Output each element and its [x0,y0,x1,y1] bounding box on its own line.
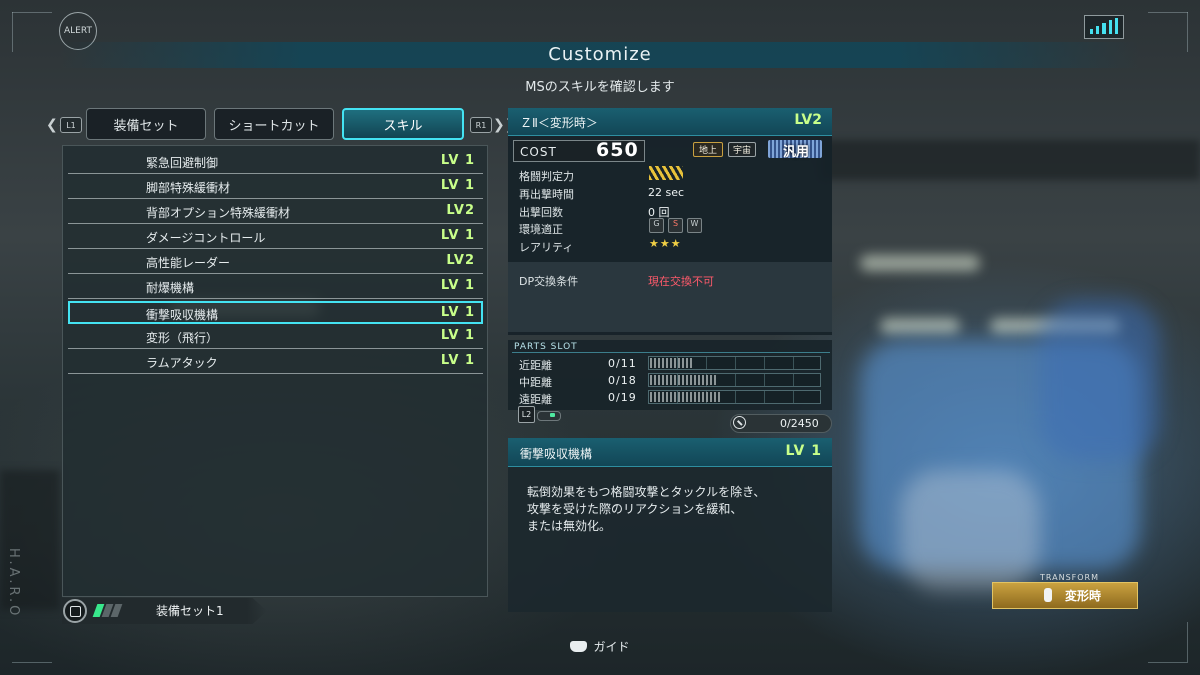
skill-row[interactable]: 変形（飛行） LV 1 [68,325,483,349]
capacity-value: 0/2450 [780,417,819,430]
description-line: 攻撃を受けた際のリアクションを緩和、 [527,502,743,516]
l1-button[interactable]: L1 [60,117,82,133]
skill-level: LV 1 [440,278,475,293]
slot-capacity-ticks [650,375,718,385]
environment-water-icon: W [687,218,702,233]
stat-label: 環境適正 [519,223,563,236]
stat-value: 22 sec [648,186,685,199]
page-subtitle: MSのスキルを確認します [525,80,675,95]
melee-grade-icon [649,166,683,180]
skill-list-panel: 緊急回避制御 LV 1 脚部特殊緩衝材 LV 1 背部オプション特殊緩衝材 LV… [62,145,488,597]
parts-slot-divider [512,352,830,353]
skill-name: ダメージコントロール [146,231,266,245]
cost-label: COST [520,145,557,159]
frame-top-left [12,12,52,13]
description-line: 転倒効果をもつ格闘攻撃とタックルを除き、 [527,485,766,499]
slot-label: 遠距離 [519,393,552,406]
skill-name: ラムアタック [146,356,218,370]
skill-name: 高性能レーダー [146,256,231,270]
skill-level: LV 1 [440,178,475,193]
slot-label: 近距離 [519,359,552,372]
parts-slot-header: PARTS SLOT [514,342,578,352]
signal-strength-icon [1084,15,1124,39]
environment-ground-icon: G [649,218,664,233]
frame-bottom-right [1148,662,1188,663]
frame-bottom-left [12,662,52,663]
skill-row[interactable]: ダメージコントロール LV 1 [68,225,483,249]
slot-capacity-ticks [650,392,722,402]
skill-row-selected[interactable]: 衝撃吸収機構 LV 1 [68,301,483,324]
skill-level: LV 1 [440,228,475,243]
skill-level: LV 1 [440,305,475,320]
frame-top-right [1148,12,1188,13]
skill-description-text: 転倒効果をもつ格闘攻撃とタックルを除き、 攻撃を受けた際のリアクションを緩和、 … [527,484,817,535]
slot-capacity-ticks [650,358,692,368]
skill-name: 耐爆機構 [146,281,195,295]
dp-exchange-value: 現在交換不可 [648,275,714,288]
skill-description-level: LV 1 [785,443,822,459]
skill-name: 衝撃吸収機構 [146,308,219,322]
r1-button[interactable]: R1 [470,117,492,133]
ms-name: ＺⅡ＜変形時＞ [520,116,598,130]
skill-row[interactable]: 高性能レーダー LV2 [68,250,483,274]
skill-row[interactable]: 耐爆機構 LV 1 [68,275,483,299]
terrain-space-badge: 宇宙 [728,142,756,157]
skill-name: 背部オプション特殊緩衝材 [146,206,291,220]
slot-value: 0/18 [608,374,637,387]
guide-label: ガイド [593,640,630,654]
page-title: Customize [548,44,652,65]
skill-name: 脚部特殊緩衝材 [146,181,231,195]
stat-label: レアリティ [519,241,574,254]
slot-value: 0/19 [608,391,637,404]
environment-space-icon: S [668,218,683,233]
skill-row[interactable]: ラムアタック LV 1 [68,350,483,374]
touchpad-icon [63,599,87,623]
skill-row[interactable]: 脚部特殊緩衝材 LV 1 [68,175,483,199]
guide-prompt[interactable]: ガイド [0,638,1200,655]
slot-value: 0/11 [608,357,637,370]
slot-label: 中距離 [519,376,552,389]
stat-label: 格闘判定力 [519,170,574,183]
stick-icon [1044,588,1052,602]
loadout-segments [92,604,123,617]
parts-toggle-icon[interactable] [537,411,561,421]
stat-label: 出撃回数 [519,206,563,219]
skill-description-name: 衝撃吸収機構 [520,447,593,461]
alert-label: ALERT [64,26,92,36]
ms-level: LV2 [794,112,822,128]
loadout-label: 装備セット1 [156,604,224,618]
skill-level: LV 1 [440,328,475,343]
hard-watermark: H.A.R.O [6,548,21,619]
skill-level: LV 1 [440,353,475,368]
tab-loadout[interactable]: 装備セット [86,108,206,140]
terrain-ground-badge: 地上 [693,142,723,157]
skill-level: LV2 [446,203,475,218]
skill-name: 変形（飛行） [146,331,219,345]
tab-shortcut[interactable]: ショートカット [214,108,334,140]
skill-row[interactable]: 背部オプション特殊緩衝材 LV2 [68,200,483,224]
type-label: 汎用 [783,145,810,160]
rarity-stars: ★★★ [649,237,682,250]
l2-button[interactable]: L2 [518,406,535,423]
dp-exchange-label: DP交換条件 [519,275,579,288]
wrench-icon [733,416,746,429]
skill-row[interactable]: 緊急回避制御 LV 1 [68,150,483,174]
transform-caption: TRANSFORM [1040,573,1100,582]
skill-name: 緊急回避制御 [146,156,219,170]
tab-skill[interactable]: スキル [342,108,464,140]
stat-label: 再出撃時間 [519,188,574,201]
skill-level: LV2 [446,253,475,268]
touchpad-button-icon [570,641,588,652]
cost-value: 650 [596,139,639,161]
description-line: または無効化。 [527,519,612,533]
skill-level: LV 1 [440,153,475,168]
transform-label: 変形時 [1065,589,1102,603]
